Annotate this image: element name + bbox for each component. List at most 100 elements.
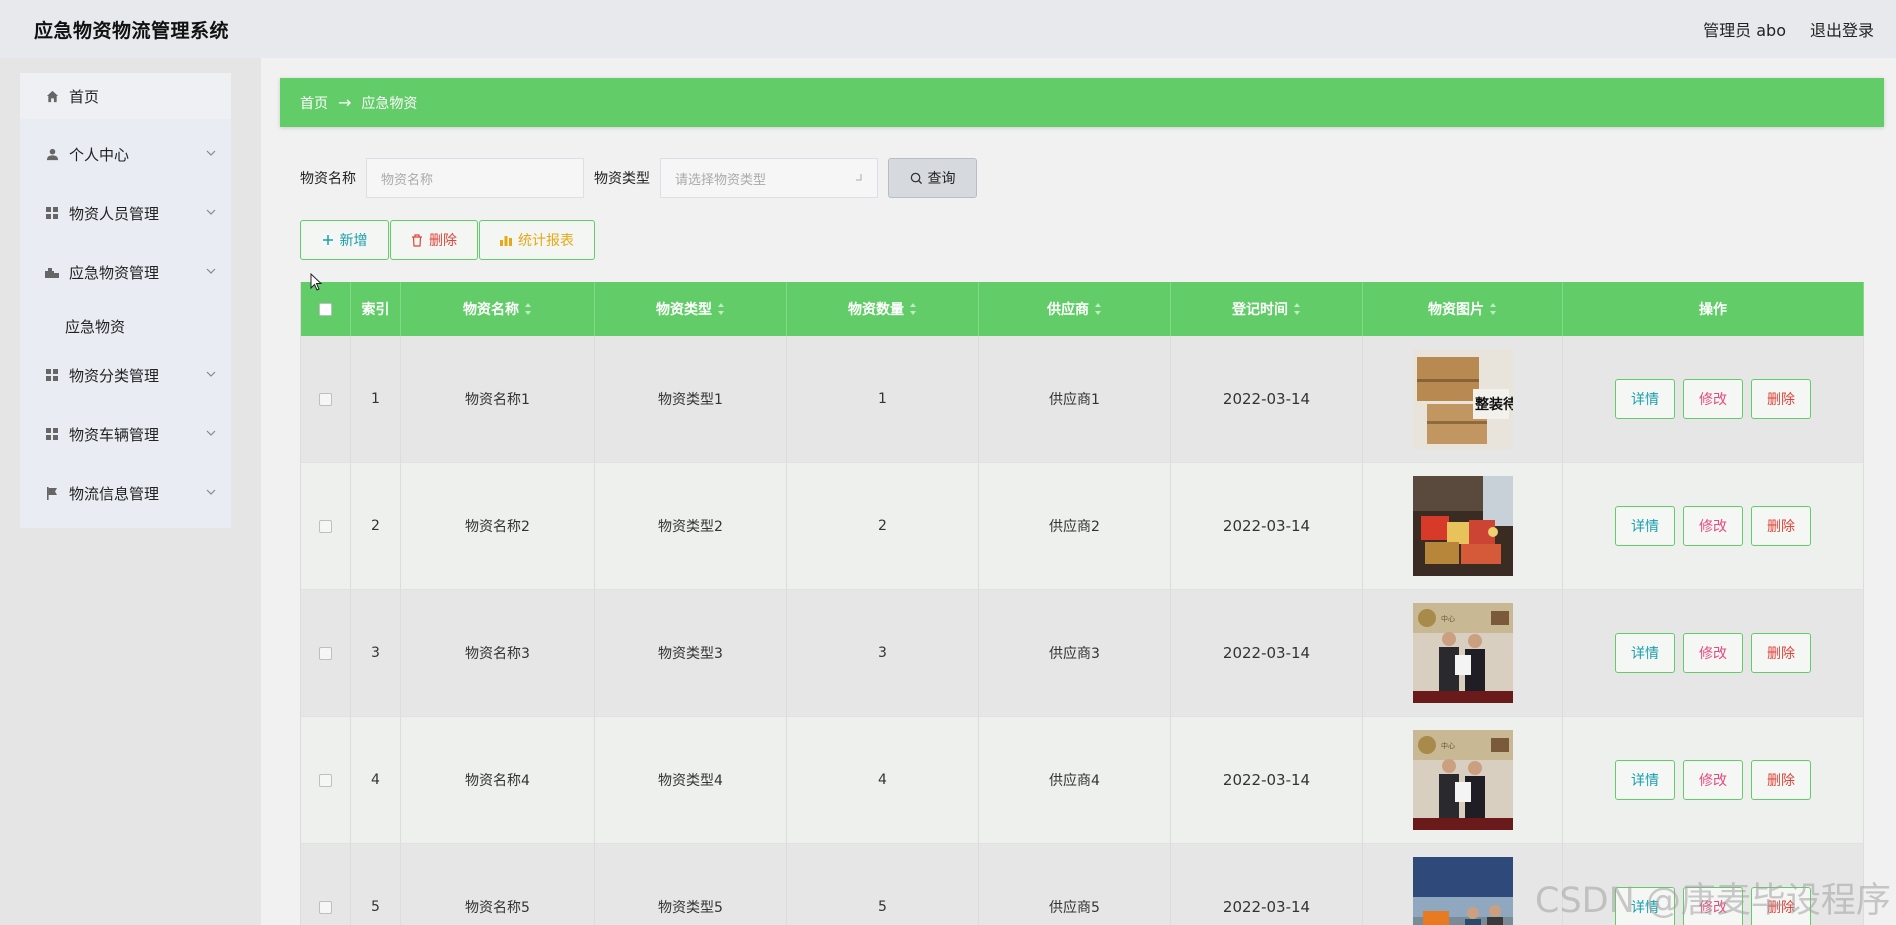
cell-supplier: 供应商1 xyxy=(979,336,1171,462)
table-row: 1物资名称1物资类型11供应商12022-03-14整装待发详情修改删除 xyxy=(301,336,1864,463)
delete-button[interactable]: 删除 xyxy=(1751,633,1811,673)
supply-image[interactable] xyxy=(1412,476,1513,576)
supply-image[interactable]: 整装待发 xyxy=(1412,349,1513,449)
image-cell xyxy=(1363,844,1563,925)
report-button[interactable]: 统计报表 xyxy=(479,220,595,260)
grid-icon xyxy=(45,368,59,382)
detail-button[interactable]: 详情 xyxy=(1615,887,1675,925)
app-title: 应急物资物流管理系统 xyxy=(34,19,230,42)
sidebar-item-label: 物资分类管理 xyxy=(69,366,160,385)
cell-supplier: 供应商5 xyxy=(979,844,1171,925)
supply-image[interactable]: 中心 xyxy=(1412,730,1513,830)
chevron-down-icon xyxy=(206,268,216,274)
name-input[interactable]: 物资名称 xyxy=(366,158,584,198)
sidebar-item-label: 物资车辆管理 xyxy=(69,425,160,444)
row-checkbox[interactable] xyxy=(319,392,332,406)
delete-button[interactable]: 删除 xyxy=(1751,760,1811,800)
supply-image[interactable]: 中心 xyxy=(1412,603,1513,703)
chevron-down-icon xyxy=(206,150,216,156)
cell-supplier: 供应商3 xyxy=(979,590,1171,716)
supply-image[interactable] xyxy=(1412,857,1513,925)
header-type[interactable]: 物资类型 xyxy=(595,282,787,336)
logout-link[interactable]: 退出登录 xyxy=(1810,17,1874,41)
sidebar-item-category[interactable]: 物资分类管理 xyxy=(20,352,231,398)
header-ops: 操作 xyxy=(1563,282,1864,336)
row-checkbox[interactable] xyxy=(319,646,332,660)
type-label: 物资类型 xyxy=(594,171,650,187)
row-checkbox[interactable] xyxy=(319,773,332,787)
sidebar-subitem-emergency-supplies[interactable]: 应急物资 xyxy=(20,306,231,346)
sidebar-item-home[interactable]: 首页 xyxy=(20,73,231,119)
header-image[interactable]: 物资图片 xyxy=(1363,282,1563,336)
row-select-cell xyxy=(301,844,351,925)
sidebar-item-supplies[interactable]: 应急物资管理 xyxy=(20,249,231,295)
row-checkbox[interactable] xyxy=(319,900,332,914)
sidebar-item-profile[interactable]: 个人中心 xyxy=(20,131,231,177)
row-select-cell xyxy=(301,336,351,462)
cell-qty: 1 xyxy=(787,336,979,462)
header-qty[interactable]: 物资数量 xyxy=(787,282,979,336)
table-row: 2 物资名称2 物资类型2 2 供应商2 2022-03-14 详情 修改 删除 xyxy=(301,463,1864,590)
cell-qty: 4 xyxy=(787,717,979,843)
query-button-label: 查询 xyxy=(927,171,956,187)
header-select-all[interactable] xyxy=(301,282,351,336)
image-cell: 中心 xyxy=(1363,717,1563,843)
detail-button[interactable]: 详情 xyxy=(1615,506,1675,546)
chevron-down-icon xyxy=(206,371,216,377)
header-supplier[interactable]: 供应商 xyxy=(979,282,1171,336)
cell-index: 3 xyxy=(351,590,401,716)
sort-icon xyxy=(1095,303,1102,315)
header-date[interactable]: 登记时间 xyxy=(1171,282,1363,336)
sidebar-item-staff[interactable]: 物资人员管理 xyxy=(20,190,231,236)
detail-button[interactable]: 详情 xyxy=(1615,379,1675,419)
edit-button[interactable]: 修改 xyxy=(1683,506,1743,546)
row-checkbox[interactable] xyxy=(319,519,332,533)
edit-button[interactable]: 修改 xyxy=(1683,379,1743,419)
sort-icon xyxy=(718,303,725,315)
sidebar-item-logistics[interactable]: 物流信息管理 xyxy=(20,470,231,516)
cell-index: 4 xyxy=(351,717,401,843)
type-select[interactable]: 请选择物资类型 xyxy=(660,158,878,198)
mouse-cursor-icon xyxy=(310,273,323,291)
image-cell xyxy=(1363,463,1563,589)
delete-button[interactable]: 删除 xyxy=(1751,887,1811,925)
edit-button[interactable]: 修改 xyxy=(1683,887,1743,925)
table-row: 5 物资名称5 物资类型5 5 供应商5 2022-03-14 详情 修改 删除 xyxy=(301,844,1864,925)
batch-delete-button[interactable]: 删除 xyxy=(390,220,478,260)
plus-icon xyxy=(322,234,334,246)
chevron-down-icon xyxy=(206,489,216,495)
select-all-checkbox[interactable] xyxy=(319,302,332,316)
image-cell: 整装待发 xyxy=(1363,336,1563,462)
sidebar-item-label: 物资人员管理 xyxy=(69,204,160,223)
image-cell: 中心 xyxy=(1363,590,1563,716)
batch-delete-label: 删除 xyxy=(429,233,457,249)
edit-button[interactable]: 修改 xyxy=(1683,633,1743,673)
report-button-label: 统计报表 xyxy=(518,233,574,249)
detail-button[interactable]: 详情 xyxy=(1615,760,1675,800)
cell-name: 物资名称5 xyxy=(401,844,595,925)
detail-button[interactable]: 详情 xyxy=(1615,633,1675,673)
sidebar-item-vehicles[interactable]: 物资车辆管理 xyxy=(20,411,231,457)
sidebar-item-label: 物流信息管理 xyxy=(69,484,160,503)
bar-chart-icon xyxy=(500,235,512,246)
cell-qty: 3 xyxy=(787,590,979,716)
add-button-label: 新增 xyxy=(339,233,368,249)
header-name[interactable]: 物资名称 xyxy=(401,282,595,336)
truck-icon xyxy=(45,265,59,279)
photo-caption: 整装待发 xyxy=(1474,396,1513,413)
query-button[interactable]: 查询 xyxy=(888,158,977,198)
chevron-down-icon xyxy=(206,430,216,436)
sort-icon xyxy=(1294,303,1301,315)
user-icon xyxy=(45,147,59,161)
cell-name: 物资名称4 xyxy=(401,717,595,843)
add-button[interactable]: 新增 xyxy=(300,220,389,260)
edit-button[interactable]: 修改 xyxy=(1683,760,1743,800)
delete-button[interactable]: 删除 xyxy=(1751,506,1811,546)
delete-button[interactable]: 删除 xyxy=(1751,379,1811,419)
cell-type: 物资类型3 xyxy=(595,590,787,716)
cell-name: 物资名称3 xyxy=(401,590,595,716)
cell-qty: 2 xyxy=(787,463,979,589)
breadcrumb-home[interactable]: 首页 xyxy=(300,93,328,113)
breadcrumb-arrow-icon: → xyxy=(338,93,352,112)
operations-cell: 详情 修改 删除 xyxy=(1563,590,1864,716)
